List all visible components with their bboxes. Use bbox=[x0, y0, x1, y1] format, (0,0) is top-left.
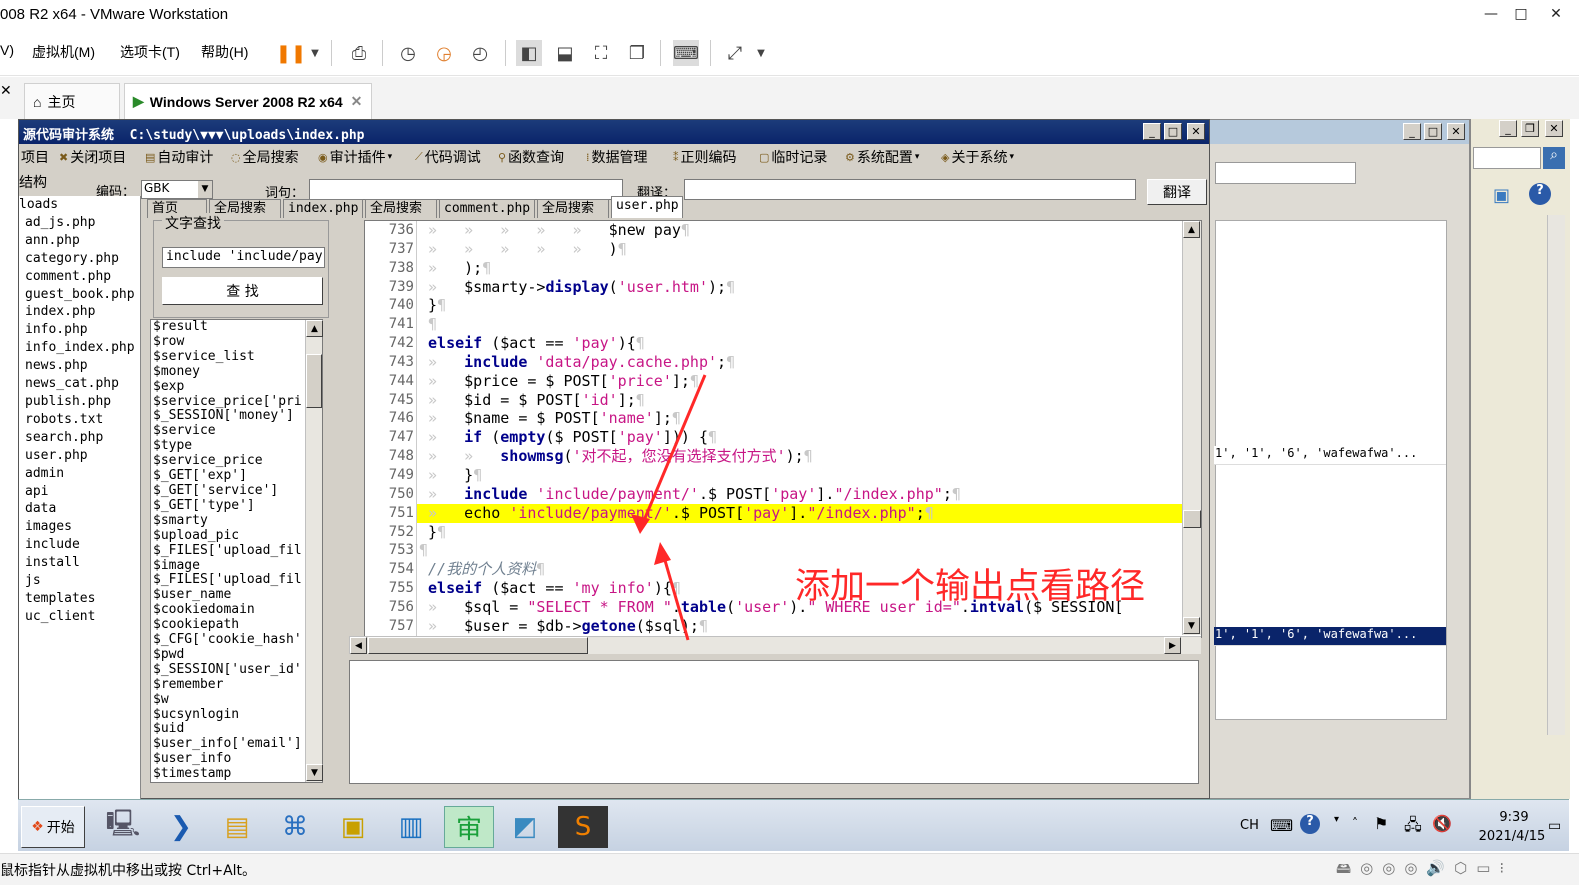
arrow-line bbox=[660, 549, 690, 641]
language-indicator[interactable]: CH bbox=[1240, 818, 1259, 833]
arrow-head bbox=[654, 542, 671, 565]
phpstudy-icon[interactable]: ▣ bbox=[328, 806, 378, 848]
arrow-head bbox=[631, 514, 650, 534]
server-manager-icon[interactable]: 🖳 bbox=[98, 806, 148, 848]
powershell-icon[interactable]: ❯ bbox=[156, 806, 206, 848]
volume-muted-icon[interactable]: 🔇 bbox=[1432, 814, 1452, 833]
clock-date[interactable]: 2021/4/15 bbox=[1464, 829, 1560, 844]
status-text: 鼠标指针从虚拟机中移出或按 Ctrl+Alt。 bbox=[0, 863, 257, 879]
vmware-statusbar: 鼠标指针从虚拟机中移出或按 Ctrl+Alt。 🖴◎◎◎🔊⬡▭⁝ bbox=[0, 853, 1579, 885]
start-label: 开始 bbox=[46, 820, 75, 836]
chevron-down-icon[interactable]: ▾ bbox=[1334, 814, 1339, 825]
network-tray-icon[interactable]: 🖧 bbox=[1404, 814, 1422, 841]
explorer-icon[interactable]: ▤ bbox=[212, 806, 262, 848]
keyboard-icon[interactable]: ⌨ bbox=[1270, 816, 1293, 835]
help-icon[interactable]: ? bbox=[1300, 814, 1320, 834]
show-desktop-icon[interactable]: ▭ bbox=[1548, 818, 1561, 834]
network-icon[interactable]: ⌘ bbox=[270, 806, 320, 848]
audit-app-icon[interactable]: 审 bbox=[444, 806, 494, 848]
annotation-text: 添加一个输出点看路径 bbox=[795, 567, 1146, 607]
editor-icon[interactable]: ◩ bbox=[500, 806, 550, 848]
guest-taskbar: ❖ 开始 🖳 ❯ ▤ ⌘ ▣ ▥ 审 ◩ S CH ⌨ ? ▾ ˄ ⚑ 🖧 🔇 … bbox=[18, 799, 1569, 851]
chevron-up-icon[interactable]: ˄ bbox=[1352, 816, 1358, 830]
device-icons[interactable]: 🖴◎◎◎🔊⬡▭⁝ bbox=[1336, 858, 1513, 883]
clock-time[interactable]: 9:39 bbox=[1484, 810, 1544, 825]
windows-logo-icon: ❖ bbox=[31, 819, 44, 835]
notepad-icon[interactable]: ▥ bbox=[386, 806, 436, 848]
arrow-line bbox=[638, 374, 707, 531]
annotation-arrows bbox=[631, 374, 707, 641]
flag-icon[interactable]: ⚑ bbox=[1374, 814, 1388, 833]
sublime-icon[interactable]: S bbox=[558, 806, 608, 848]
start-button[interactable]: ❖ 开始 bbox=[21, 806, 85, 848]
